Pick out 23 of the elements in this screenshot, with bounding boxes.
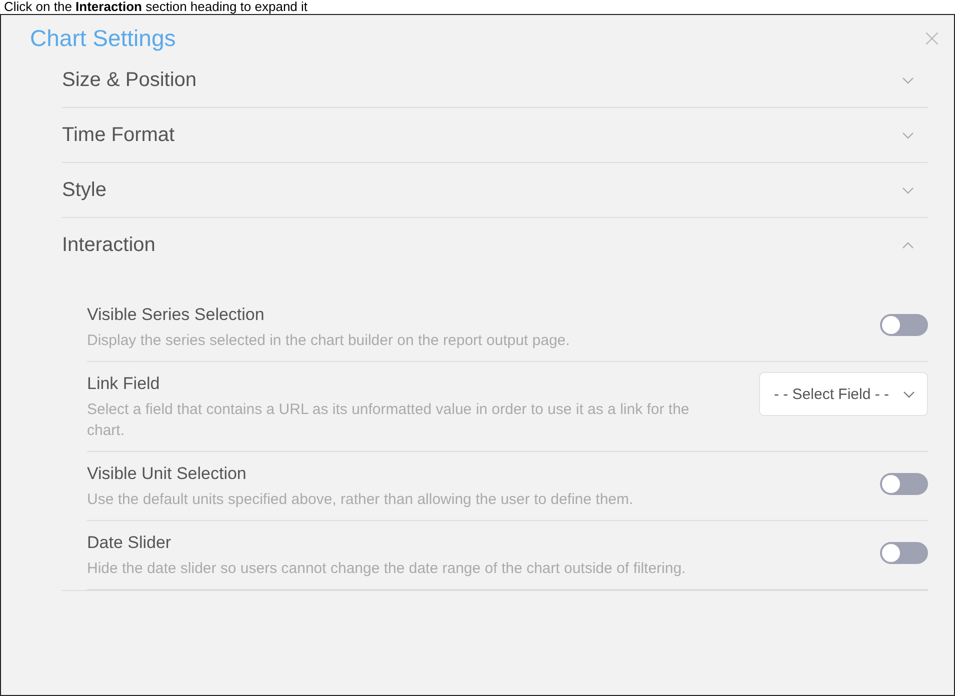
instruction-text: Click on the Interaction section heading to expand it (3, 0, 309, 14)
setting-description: Use the default units specified above, rather than allowing the user to define them. (87, 490, 634, 510)
setting-label: Visible Series Selection (87, 304, 266, 326)
section-header[interactable]: Size & Position (62, 53, 928, 107)
collapse-icon (902, 242, 914, 248)
expand-icon (902, 132, 914, 138)
section-header[interactable]: Time Format (62, 108, 928, 162)
setting-label: Date Slider (87, 532, 172, 554)
setting-description: Hide the date slider so users cannot change the date range of the chart outside of filtering. (87, 559, 686, 579)
setting-description: Display the series selected in the chart builder on the report output page. (87, 331, 570, 351)
field-dropdown[interactable]: - - Select Field - - (758, 372, 928, 416)
expand-icon (902, 186, 914, 194)
setting-description: Select a field that contains a URL as its unformatted value in order to use it as a link for the chart. (87, 400, 690, 441)
panel-title: Chart Settings (30, 24, 176, 53)
section-header[interactable]: Interaction (62, 218, 928, 272)
section-header[interactable]: Style (62, 163, 928, 217)
dropdown-caret-icon (903, 390, 915, 398)
expand-icon (902, 76, 914, 84)
setting-label: Visible Unit Selection (87, 463, 248, 485)
setting-label: Link Field (87, 373, 161, 395)
toggle-switch[interactable] (880, 542, 928, 564)
toggle-switch[interactable] (880, 473, 928, 495)
toggle-switch[interactable] (880, 314, 928, 336)
